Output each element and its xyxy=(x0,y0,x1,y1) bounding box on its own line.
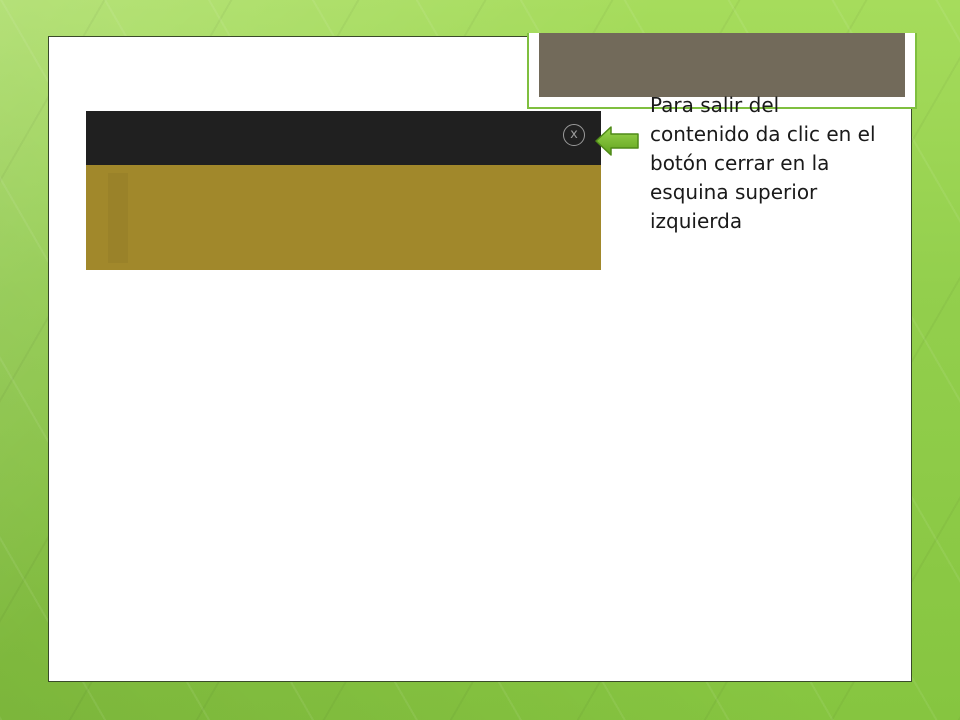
arrow-left-icon xyxy=(595,126,639,156)
video-top-bar xyxy=(86,111,601,165)
header-image-block xyxy=(539,33,905,97)
video-content-area xyxy=(86,165,601,270)
embedded-video-frame[interactable] xyxy=(86,111,601,270)
instruction-caption: Para salir del contenido da clic en el b… xyxy=(650,93,876,233)
video-shade xyxy=(108,173,128,263)
close-icon[interactable]: x xyxy=(563,124,585,146)
